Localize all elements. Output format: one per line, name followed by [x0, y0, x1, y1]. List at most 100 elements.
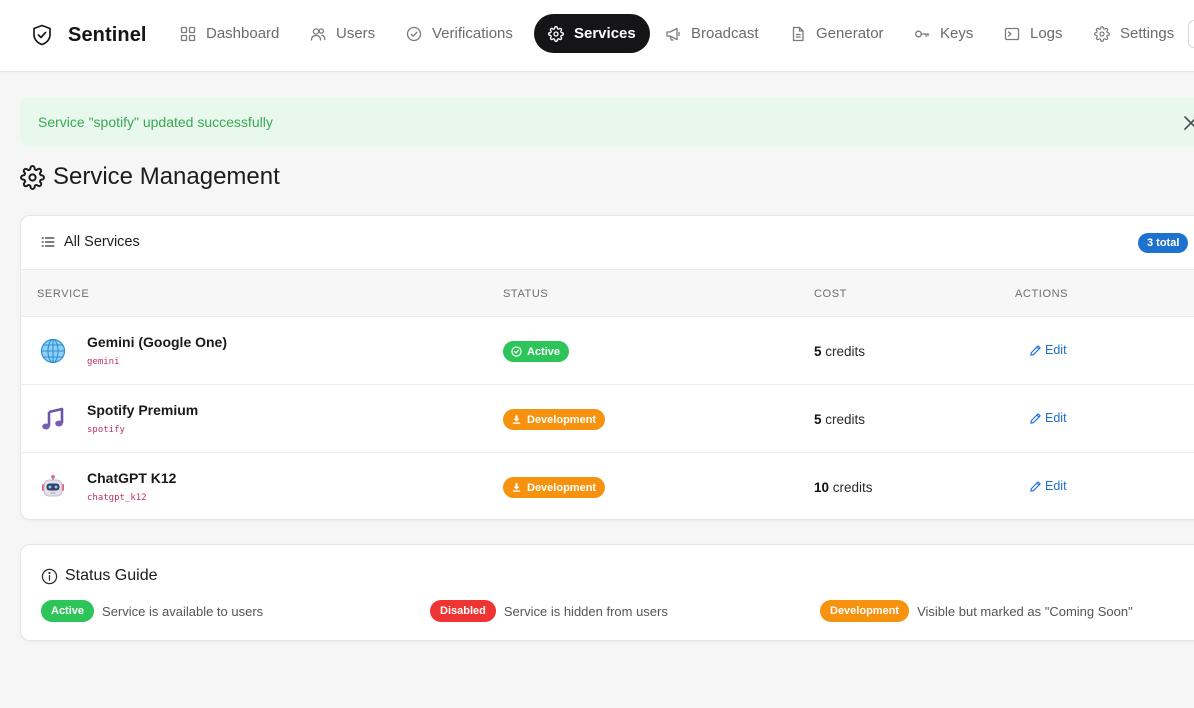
nav-item-logs[interactable]: Logs: [1004, 14, 1063, 53]
nav-item-label: Logs: [1030, 25, 1063, 42]
check-circle-icon: [511, 346, 522, 357]
info-icon: [41, 568, 58, 584]
edit-label: Edit: [1045, 343, 1067, 357]
key-icon: [915, 30, 930, 37]
status-guide-title-text: Status Guide: [65, 567, 158, 584]
nav-item-label: Verifications: [432, 25, 513, 42]
success-alert: Service "spotify" updated successfully: [20, 97, 1194, 147]
nav-item-label: Keys: [940, 25, 974, 42]
guide-description: Visible but marked as "Coming Soon": [917, 603, 1133, 619]
brand[interactable]: Sentinel: [32, 21, 147, 49]
service-code: spotify: [87, 425, 125, 435]
edit-button[interactable]: Edit: [1029, 343, 1067, 357]
card-header: All Services 3 total: [21, 216, 1194, 270]
card-title: All Services: [41, 234, 140, 250]
terminal-icon: [1004, 27, 1020, 40]
shield-check-icon: [33, 24, 51, 46]
pencil-icon: [1030, 344, 1041, 356]
guide-item-active: Active Service is available to users: [41, 600, 263, 622]
services-card: All Services 3 total SERVICE STATUS COST…: [20, 215, 1194, 520]
service-cost: 10 credits: [814, 480, 873, 495]
status-badge-label: Development: [527, 413, 597, 426]
top-navbar: Sentinel Dashboard Users Verifications S…: [0, 0, 1194, 72]
brand-name: Sentinel: [68, 23, 147, 46]
table-header: SERVICE STATUS COST ACTIONS: [21, 270, 1194, 317]
nav-item-label: Users: [336, 25, 376, 42]
guide-badge: Development: [820, 600, 910, 622]
guide-item-development: Development Visible but marked as "Comin…: [820, 600, 1133, 622]
edit-label: Edit: [1045, 411, 1067, 425]
page-title-text: Service Management: [53, 163, 280, 190]
service-name: Gemini (Google One): [87, 334, 228, 350]
column-header-actions: ACTIONS: [1015, 288, 1069, 300]
nav-item-label: Services: [574, 25, 636, 42]
nav-item-label: Settings: [1120, 25, 1175, 42]
globe-icon: [40, 338, 66, 364]
card-title-text: All Services: [64, 234, 140, 250]
gear-icon: [20, 164, 45, 190]
nav-item-verifications[interactable]: Verifications: [406, 14, 513, 53]
alert-message: Service "spotify" updated successfully: [38, 114, 273, 130]
grid-icon: [180, 26, 196, 41]
guide-item-disabled: Disabled Service is hidden from users: [430, 600, 668, 622]
document-icon: [792, 26, 804, 41]
nav-item-dashboard[interactable]: Dashboard: [180, 14, 279, 53]
table-row: ChatGPT K12 chatgpt_k12 Development 10 c…: [21, 453, 1194, 519]
status-badge-label: Development: [527, 481, 597, 494]
download-icon: [512, 483, 521, 492]
pencil-icon: [1030, 412, 1041, 424]
nav-item-settings[interactable]: Settings: [1094, 14, 1174, 53]
robot-icon: [42, 475, 64, 497]
nav-item-keys[interactable]: Keys: [914, 14, 973, 53]
service-cost: 5 credits: [814, 412, 865, 427]
status-badge-label: Active: [527, 345, 561, 358]
edit-label: Edit: [1045, 479, 1067, 493]
status-guide-title: Status Guide: [41, 567, 158, 585]
service-name: Spotify Premium: [87, 402, 199, 418]
page-title: Service Management: [20, 161, 280, 193]
settings-icon: [1094, 25, 1110, 42]
nav-item-generator[interactable]: Generator: [790, 14, 884, 53]
guide-badge: Disabled: [430, 600, 496, 622]
status-badge: Development: [503, 409, 606, 430]
cost-value: 5: [814, 344, 822, 359]
guide-badge: Active: [41, 600, 95, 622]
cost-unit: credits: [825, 344, 866, 359]
check-circle-icon: [406, 26, 422, 41]
cost-unit: credits: [832, 480, 873, 495]
cost-value: 5: [814, 412, 822, 427]
nav-item-label: Broadcast: [691, 25, 759, 42]
music-note-icon: [42, 407, 64, 430]
table-body: Gemini (Google One) gemini Active 5 cred…: [21, 317, 1194, 519]
edit-button[interactable]: Edit: [1029, 479, 1067, 493]
nav-item-services[interactable]: Services: [534, 14, 650, 53]
status-badge: Development: [503, 477, 606, 498]
cost-value: 10: [814, 480, 830, 495]
nav-item-label: Dashboard: [206, 25, 280, 42]
cost-unit: credits: [825, 412, 866, 427]
status-badge: Active: [503, 341, 570, 362]
megaphone-icon: [666, 27, 680, 41]
gear-icon: [548, 25, 564, 42]
nav-item-label: Generator: [816, 25, 884, 42]
guide-description: Service is available to users: [102, 603, 264, 619]
download-icon: [512, 415, 521, 424]
edit-button[interactable]: Edit: [1029, 411, 1067, 425]
column-header-service: SERVICE: [37, 288, 90, 300]
list-icon: [41, 237, 55, 247]
guide-description: Service is hidden from users: [503, 603, 668, 619]
column-header-status: STATUS: [503, 288, 549, 300]
user-menu-button[interactable]: [1188, 20, 1194, 48]
status-guide-card: Status Guide Active Service is available…: [20, 544, 1194, 641]
nav-item-broadcast[interactable]: Broadcast: [665, 14, 759, 53]
total-count-badge: 3 total: [1138, 233, 1189, 253]
service-name: ChatGPT K12: [87, 470, 177, 486]
service-code: chatgpt_k12: [87, 493, 147, 503]
close-icon[interactable]: [1180, 112, 1194, 134]
table-row: Gemini (Google One) gemini Active 5 cred…: [21, 317, 1194, 385]
users-icon: [310, 27, 326, 41]
nav-item-users[interactable]: Users: [310, 14, 375, 53]
table-row: Spotify Premium spotify Development 5 cr…: [21, 385, 1194, 453]
pencil-icon: [1030, 480, 1041, 492]
column-header-cost: COST: [814, 288, 847, 300]
